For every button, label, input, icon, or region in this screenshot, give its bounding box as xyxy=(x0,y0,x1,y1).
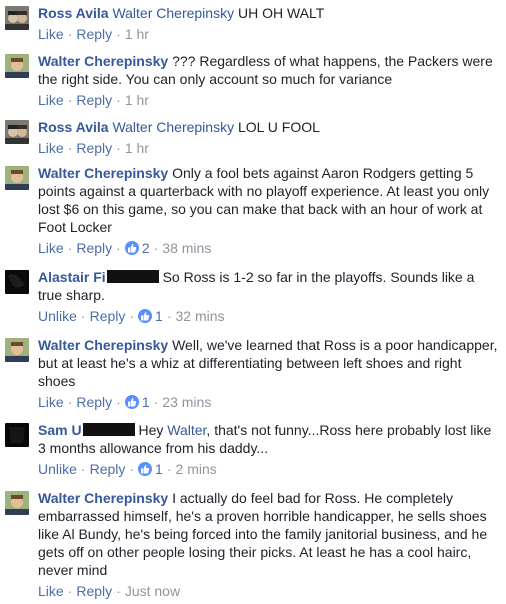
reply-button[interactable]: Reply xyxy=(76,140,112,156)
comment-timestamp[interactable]: 2 mins xyxy=(176,461,217,477)
like-button[interactable]: Like xyxy=(38,140,64,156)
comment-thread: Ross Avila Walter Cherepinsky UH OH WALT… xyxy=(0,0,506,604)
like-button[interactable]: Like xyxy=(38,583,64,599)
comment-author[interactable]: Walter Cherepinsky xyxy=(38,337,168,353)
like-button[interactable]: Like xyxy=(38,394,64,410)
avatar[interactable] xyxy=(5,270,29,294)
separator: · xyxy=(80,308,86,324)
comment-author[interactable]: Ross Avila xyxy=(38,119,109,135)
separator: · xyxy=(116,140,121,156)
avatar[interactable] xyxy=(5,423,29,447)
reply-button[interactable]: Reply xyxy=(90,461,126,477)
reaction-count-value: 1 xyxy=(155,308,163,324)
separator: · xyxy=(67,26,73,42)
like-reaction-icon xyxy=(124,395,139,409)
like-button[interactable]: Like xyxy=(38,92,64,108)
comment-text: LOL U FOOL xyxy=(237,119,320,135)
comment-mention[interactable]: Walter Cherepinsky xyxy=(112,5,234,21)
comment-author[interactable]: Walter Cherepinsky xyxy=(38,165,168,181)
avatar[interactable] xyxy=(5,338,29,362)
separator: · xyxy=(67,583,73,599)
reaction-count-value: 2 xyxy=(141,240,150,256)
separator: · xyxy=(67,394,73,410)
separator: · xyxy=(116,26,121,42)
reaction-count[interactable]: 1 xyxy=(124,394,150,410)
separator: · xyxy=(67,140,73,156)
reply-button[interactable]: Reply xyxy=(76,26,112,42)
separator: · xyxy=(166,308,172,324)
separator: · xyxy=(116,240,121,256)
comment-timestamp[interactable]: 1 hr xyxy=(125,92,149,108)
separator: · xyxy=(67,92,73,108)
reply-button[interactable]: Reply xyxy=(76,240,112,256)
avatar[interactable] xyxy=(5,166,29,190)
separator: · xyxy=(67,240,73,256)
like-reaction-icon xyxy=(138,462,153,476)
comment-timestamp[interactable]: 23 mins xyxy=(162,394,211,410)
like-reaction-icon xyxy=(124,241,139,255)
reply-button[interactable]: Reply xyxy=(90,308,126,324)
separator: · xyxy=(116,394,121,410)
avatar[interactable] xyxy=(5,491,29,515)
unlike-button[interactable]: Unlike xyxy=(38,308,77,324)
comment-timestamp[interactable]: 38 mins xyxy=(162,240,211,256)
comment-author[interactable]: Sam U xyxy=(38,422,82,438)
avatar[interactable] xyxy=(5,6,29,30)
reply-button[interactable]: Reply xyxy=(76,92,112,108)
avatar[interactable] xyxy=(5,120,29,144)
reaction-count[interactable]: 1 xyxy=(138,308,163,324)
redaction-bar xyxy=(82,423,135,436)
separator: · xyxy=(153,394,159,410)
unlike-button[interactable]: Unlike xyxy=(38,461,77,477)
avatar[interactable] xyxy=(5,54,29,78)
comment-text-prefix: Hey xyxy=(138,422,168,438)
separator: · xyxy=(80,461,86,477)
comment-timestamp[interactable]: Just now xyxy=(125,583,180,599)
separator: · xyxy=(153,240,159,256)
reaction-count-value: 1 xyxy=(155,461,163,477)
separator: · xyxy=(129,461,135,477)
separator: · xyxy=(129,308,135,324)
reaction-count-value: 1 xyxy=(141,394,150,410)
comment-mention[interactable]: Walter xyxy=(167,422,206,438)
reaction-count[interactable]: 1 xyxy=(138,461,163,477)
like-button[interactable]: Like xyxy=(38,26,64,42)
comment-mention[interactable]: Walter Cherepinsky xyxy=(112,119,234,135)
separator: · xyxy=(116,583,121,599)
redaction-bar xyxy=(106,270,159,283)
comment-author[interactable]: Ross Avila xyxy=(38,5,109,21)
comment-author[interactable]: Walter Cherepinsky xyxy=(38,53,168,69)
reply-button[interactable]: Reply xyxy=(76,394,112,410)
separator: · xyxy=(116,92,121,108)
reaction-count[interactable]: 2 xyxy=(124,240,150,256)
comment-timestamp[interactable]: 1 hr xyxy=(125,26,149,42)
comment-author[interactable]: Alastair Fi xyxy=(38,269,106,285)
reply-button[interactable]: Reply xyxy=(76,583,112,599)
like-button[interactable]: Like xyxy=(38,240,64,256)
comment-text: UH OH WALT xyxy=(237,5,325,21)
like-reaction-icon xyxy=(138,309,153,323)
comment-timestamp[interactable]: 32 mins xyxy=(176,308,225,324)
comment-author[interactable]: Walter Cherepinsky xyxy=(38,490,168,506)
separator: · xyxy=(166,461,172,477)
comment-timestamp[interactable]: 1 hr xyxy=(125,140,149,156)
